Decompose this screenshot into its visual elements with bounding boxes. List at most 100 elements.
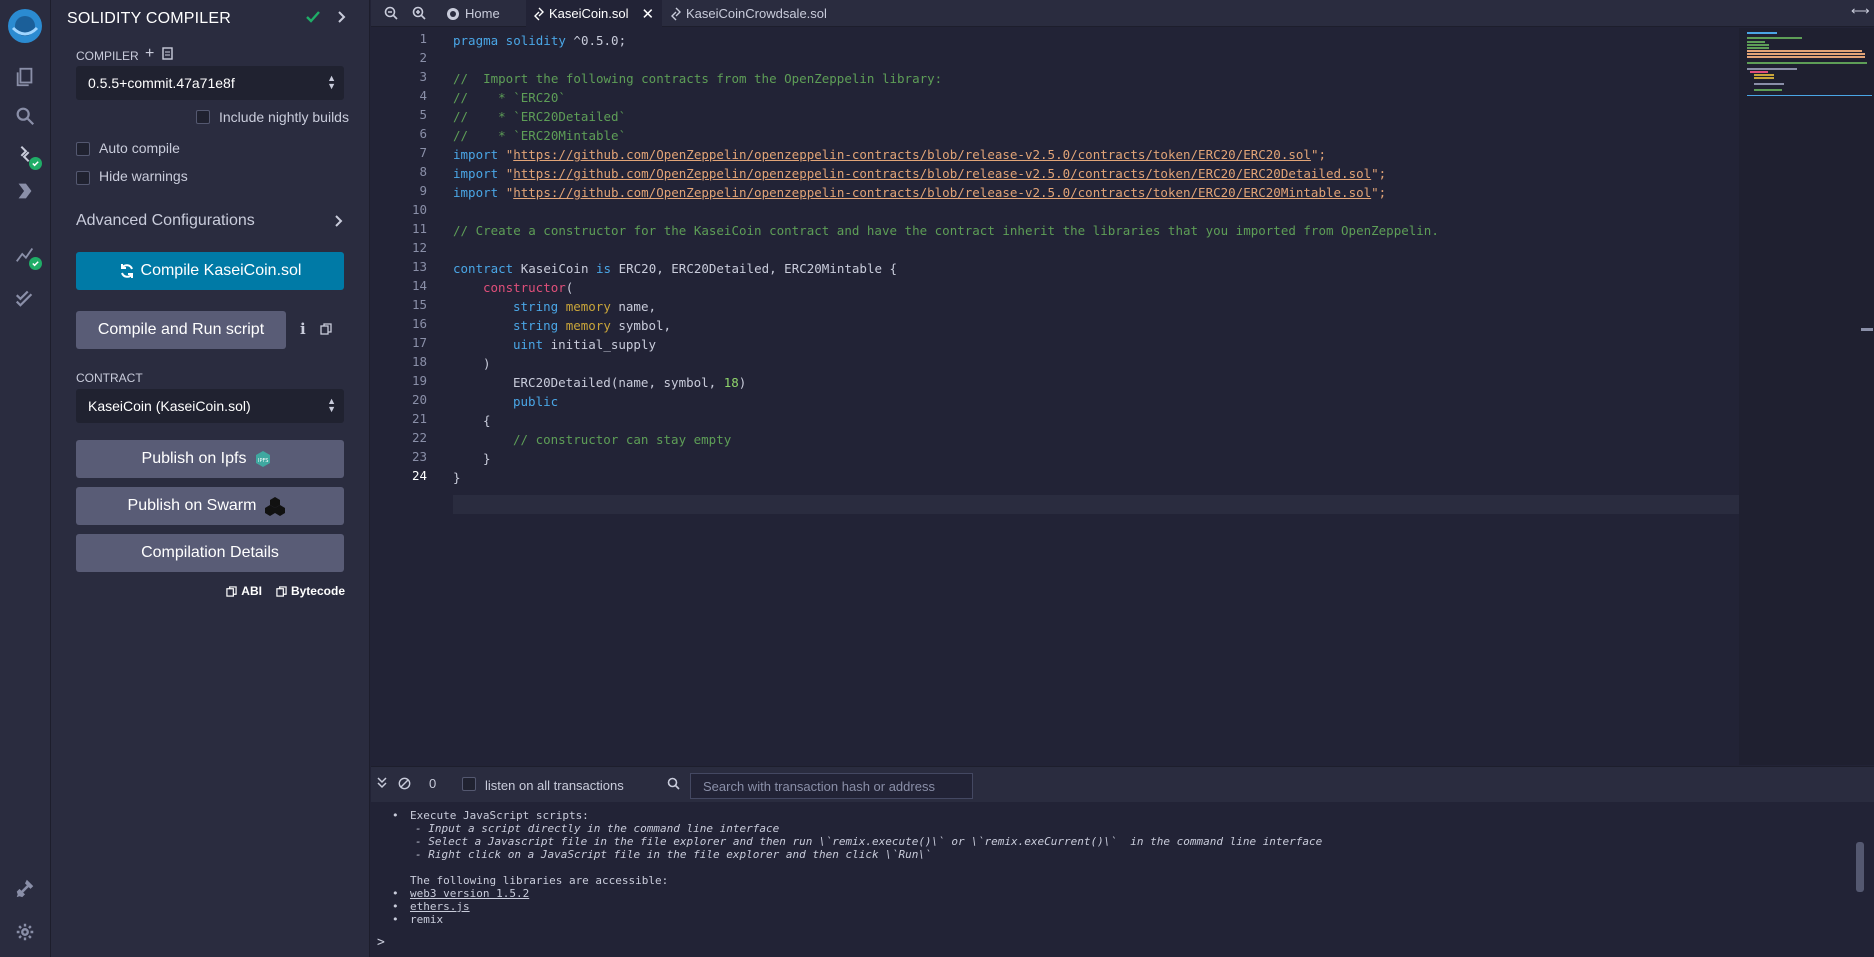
listen-all-transactions-checkbox[interactable] xyxy=(462,777,476,791)
expand-arrows-icon[interactable]: ⟷ xyxy=(1851,3,1870,19)
terminal-line: The following libraries are accessible: xyxy=(410,874,669,887)
code-number: 18 xyxy=(723,375,739,390)
line-number: 17 xyxy=(411,335,427,350)
bullet: • xyxy=(392,887,399,900)
code-comment: // Import the following contracts from t… xyxy=(453,71,943,86)
code-line: import "https://github.com/OpenZeppelin/… xyxy=(453,164,1386,183)
plugin-manager-icon[interactable] xyxy=(11,874,39,902)
code-comment: // constructor can stay empty xyxy=(513,432,732,447)
minimap-line xyxy=(1747,53,1865,55)
auto-compile-checkbox[interactable] xyxy=(76,142,90,156)
close-tab-icon[interactable]: ✕ xyxy=(642,5,655,23)
line-number: 16 xyxy=(411,316,427,331)
code-text: KaseiCoin xyxy=(513,261,597,276)
editor-minimap[interactable] xyxy=(1739,28,1874,765)
settings-gear-icon[interactable] xyxy=(11,918,39,946)
line-number: 8 xyxy=(419,164,427,179)
hide-warnings-checkbox[interactable] xyxy=(76,171,90,185)
icon-rail xyxy=(0,0,51,957)
publish-swarm-button[interactable]: Publish on Swarm xyxy=(76,487,344,525)
compile-and-run-script-button[interactable]: Compile and Run script xyxy=(76,311,286,349)
minimap-viewport xyxy=(1747,95,1872,96)
copy-abi-link[interactable]: ABI xyxy=(226,584,262,598)
panel-collapse-chevron-icon[interactable] xyxy=(337,10,347,29)
code-type: string xyxy=(513,318,559,333)
compile-button-label: Compile KaseiCoin.sol xyxy=(140,262,302,279)
solidity-compiler-panel: SOLIDITY COMPILER COMPILER + 0.5.5+commi… xyxy=(51,0,370,957)
line-number: 22 xyxy=(411,430,427,445)
line-number: 9 xyxy=(419,183,427,198)
minimap-line xyxy=(1754,77,1774,79)
terminal-toolbar: 0 listen on all transactions Search with… xyxy=(371,766,1874,802)
collapse-terminal-chevron-icon[interactable] xyxy=(377,777,387,792)
import-url-link[interactable]: https://github.com/OpenZeppelin/openzepp… xyxy=(513,147,1311,162)
editor-scroll-marker xyxy=(1861,328,1873,331)
file-explorer-icon[interactable] xyxy=(11,63,39,91)
compiler-version-select[interactable]: 0.5.5+commit.47a71e8f ▲ ▼ xyxy=(76,66,344,100)
refresh-icon xyxy=(120,264,133,278)
import-url-link[interactable]: https://github.com/OpenZeppelin/openzepp… xyxy=(513,185,1371,200)
bullet: • xyxy=(392,900,399,913)
tab-kaseicoin-crowdsale-sol[interactable]: KaseiCoinCrowdsale.sol xyxy=(671,0,827,27)
code-text: ) xyxy=(483,356,491,371)
ethers-link[interactable]: ethers.js xyxy=(410,900,470,913)
terminal-scrollbar[interactable] xyxy=(1856,842,1864,892)
bytecode-label: Bytecode xyxy=(290,584,345,598)
solidity-compiler-icon[interactable] xyxy=(11,140,42,170)
code-content[interactable]: pragma solidity ^0.5.0; // Import the fo… xyxy=(453,28,1733,765)
compiler-docs-file-icon[interactable] xyxy=(162,47,173,65)
publish-ipfs-button[interactable]: Publish on Ipfs IPFS xyxy=(76,440,344,478)
code-text: ERC20Detailed(name, symbol, xyxy=(513,375,724,390)
command-prompt[interactable]: > xyxy=(377,936,385,949)
code-text: ( xyxy=(565,280,574,295)
line-number: 15 xyxy=(411,297,427,312)
line-number: 20 xyxy=(411,392,427,407)
line-number: 10 xyxy=(411,202,427,217)
terminal-line: Execute JavaScript scripts: xyxy=(410,809,589,822)
add-compiler-plus-icon[interactable]: + xyxy=(145,45,154,63)
compile-button[interactable]: Compile KaseiCoin.sol xyxy=(76,252,344,290)
code-editor[interactable]: 1 2 3 4 5 6 7 8 9 10 11 12 13 14 15 16 1… xyxy=(371,28,1874,765)
zoom-out-icon[interactable] xyxy=(384,6,398,25)
unit-testing-icon[interactable] xyxy=(11,283,39,311)
copy-script-icon[interactable] xyxy=(320,322,332,340)
deploy-run-icon[interactable] xyxy=(11,177,39,205)
web3-link[interactable]: web3 version 1.5.2 xyxy=(410,887,529,900)
line-number: 21 xyxy=(411,411,427,426)
code-keyword: contract xyxy=(453,261,514,276)
terminal-output[interactable]: • Execute JavaScript scripts: - Input a … xyxy=(371,802,1874,957)
remix-logo-icon[interactable] xyxy=(5,6,45,46)
zoom-in-icon[interactable] xyxy=(412,6,426,25)
search-icon[interactable] xyxy=(11,102,39,130)
compilation-details-button[interactable]: Compilation Details xyxy=(76,534,344,572)
code-text: ^0.5.0; xyxy=(565,33,627,48)
contract-select[interactable]: KaseiCoin (KaseiCoin.sol) ▲ ▼ xyxy=(76,389,344,423)
code-keyword: import xyxy=(453,185,499,200)
compiler-version-value: 0.5.5+commit.47a71e8f xyxy=(88,75,235,91)
transaction-search-input[interactable]: Search with transaction hash or address xyxy=(690,773,973,799)
line-number: 24 xyxy=(411,468,427,483)
select-arrows-icon: ▲ ▼ xyxy=(327,73,336,91)
abi-label: ABI xyxy=(241,584,262,598)
info-icon[interactable]: i xyxy=(300,320,306,338)
import-url-link[interactable]: https://github.com/OpenZeppelin/openzepp… xyxy=(513,166,1371,181)
tab-home[interactable]: Home xyxy=(446,0,500,27)
code-text: } xyxy=(453,470,461,485)
include-nightly-label: Include nightly builds xyxy=(219,109,349,125)
select-arrows-icon: ▲ ▼ xyxy=(327,396,336,414)
analysis-icon[interactable] xyxy=(11,240,42,270)
minimap-line xyxy=(1747,56,1865,58)
solidity-file-icon xyxy=(534,7,544,20)
code-type: uint xyxy=(513,337,544,352)
line-number: 19 xyxy=(411,373,427,388)
publish-ipfs-label: Publish on Ipfs xyxy=(141,450,247,467)
code-comment: // * `ERC20Mintable` xyxy=(453,128,627,143)
advanced-configurations-toggle[interactable]: Advanced Configurations xyxy=(76,212,344,230)
tab-kaseicoin-sol[interactable]: KaseiCoin.sol ✕ xyxy=(526,0,663,27)
include-nightly-checkbox[interactable] xyxy=(196,110,210,124)
tab-crowdsale-label: KaseiCoinCrowdsale.sol xyxy=(686,6,827,21)
copy-bytecode-link[interactable]: Bytecode xyxy=(276,584,345,598)
ipfs-icon: IPFS xyxy=(256,451,271,467)
clear-console-icon[interactable] xyxy=(398,777,411,793)
line-number: 5 xyxy=(419,107,427,122)
